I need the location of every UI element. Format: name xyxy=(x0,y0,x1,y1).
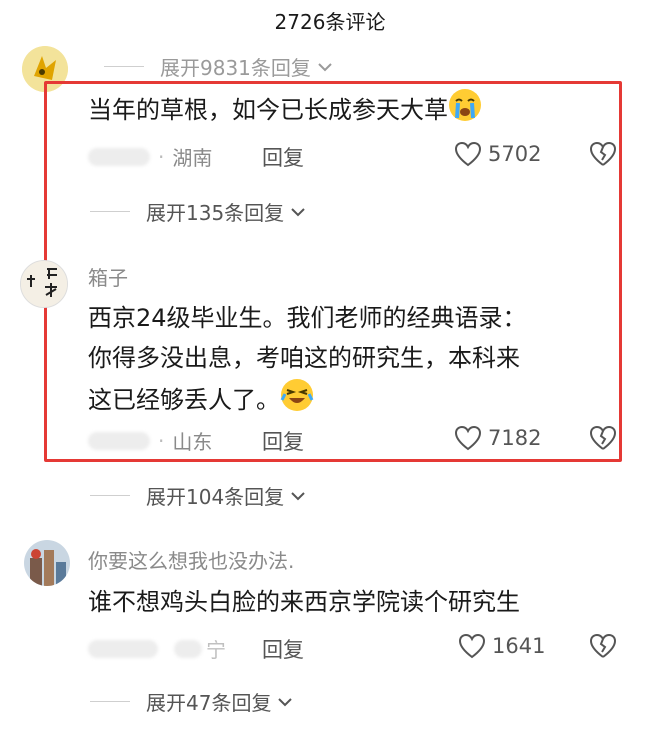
avatar-photo-icon xyxy=(24,540,70,586)
location-label: 湖南 xyxy=(172,146,213,170)
divider-line xyxy=(90,495,130,496)
expand-replies-button[interactable]: 展开104条回复 xyxy=(90,481,306,510)
comment-meta: · 湖南 xyxy=(88,142,212,171)
location-label: 宁 xyxy=(206,638,226,662)
laughing-crying-emoji-icon xyxy=(280,378,314,424)
divider-line xyxy=(90,701,130,702)
crying-face-emoji-icon xyxy=(448,88,482,134)
reply-button[interactable]: 回复 xyxy=(262,142,304,172)
expand-replies-label: 展开47条回复 xyxy=(146,691,272,715)
separator-dot: · xyxy=(158,144,165,169)
comments-count-title: 2726条评论 xyxy=(274,10,386,34)
chevron-down-icon xyxy=(277,692,293,711)
separator-dot: · xyxy=(158,428,165,453)
avatar[interactable] xyxy=(20,260,68,308)
expand-replies-button[interactable]: 展开47条回复 xyxy=(90,687,293,716)
reply-button[interactable]: 回复 xyxy=(262,634,304,664)
divider-line xyxy=(90,211,130,212)
comment-line: 西京24级毕业生。我们老师的经典语录： xyxy=(88,304,527,332)
like-button[interactable]: 7182 xyxy=(454,425,541,451)
expand-replies-label: 展开9831条回复 xyxy=(160,56,311,80)
like-button[interactable]: 1641 xyxy=(458,633,545,659)
dislike-button[interactable] xyxy=(589,425,617,455)
chevron-down-icon xyxy=(290,486,306,505)
like-button[interactable]: 5702 xyxy=(454,141,541,167)
broken-heart-icon xyxy=(589,633,617,658)
like-count: 5702 xyxy=(488,142,542,166)
expand-replies-label: 展开135条回复 xyxy=(146,201,285,225)
comment-line: 你得多没出息，考咱这的研究生，本科来 xyxy=(88,344,520,372)
blurred-username xyxy=(88,147,150,166)
broken-heart-icon xyxy=(589,425,617,450)
reply-button[interactable]: 回复 xyxy=(262,426,304,456)
username[interactable]: 你要这么想我也没办法. xyxy=(88,545,294,574)
dislike-button[interactable] xyxy=(589,141,617,171)
expand-replies-button[interactable]: 展开9831条回复 xyxy=(104,52,333,81)
heart-icon xyxy=(458,633,486,659)
chevron-down-icon xyxy=(290,202,306,221)
heart-icon xyxy=(454,141,482,167)
comment-text: 谁不想鸡头白脸的来西京学院读个研究生 xyxy=(88,588,520,616)
comment-line: 这已经够丢人了。 xyxy=(88,386,280,414)
comment-body: 当年的草根，如今已长成参天大草 xyxy=(88,96,448,124)
avatar-calligraphy-icon xyxy=(21,261,67,307)
comment-meta: 宁 xyxy=(88,634,226,663)
username[interactable]: 箱子 xyxy=(88,262,128,291)
comment-text: 当年的草根，如今已长成参天大草 xyxy=(88,88,482,134)
comment-meta: · 山东 xyxy=(88,426,212,455)
blurred-username xyxy=(88,431,150,450)
heart-icon xyxy=(454,425,482,451)
expand-replies-label: 展开104条回复 xyxy=(146,485,285,509)
location-label: 山东 xyxy=(172,430,213,454)
dislike-button[interactable] xyxy=(589,633,617,663)
divider-line xyxy=(104,66,144,67)
avatar[interactable] xyxy=(24,540,70,586)
blurred-username xyxy=(88,639,158,658)
like-count: 7182 xyxy=(488,426,542,450)
chevron-down-icon xyxy=(317,57,333,76)
like-count: 1641 xyxy=(492,634,546,658)
broken-heart-icon xyxy=(589,141,617,166)
blurred-text xyxy=(174,639,202,658)
comment-text: 西京24级毕业生。我们老师的经典语录： 你得多没出息，考咱这的研究生，本科来 这… xyxy=(88,298,527,424)
expand-replies-button[interactable]: 展开135条回复 xyxy=(90,197,306,226)
